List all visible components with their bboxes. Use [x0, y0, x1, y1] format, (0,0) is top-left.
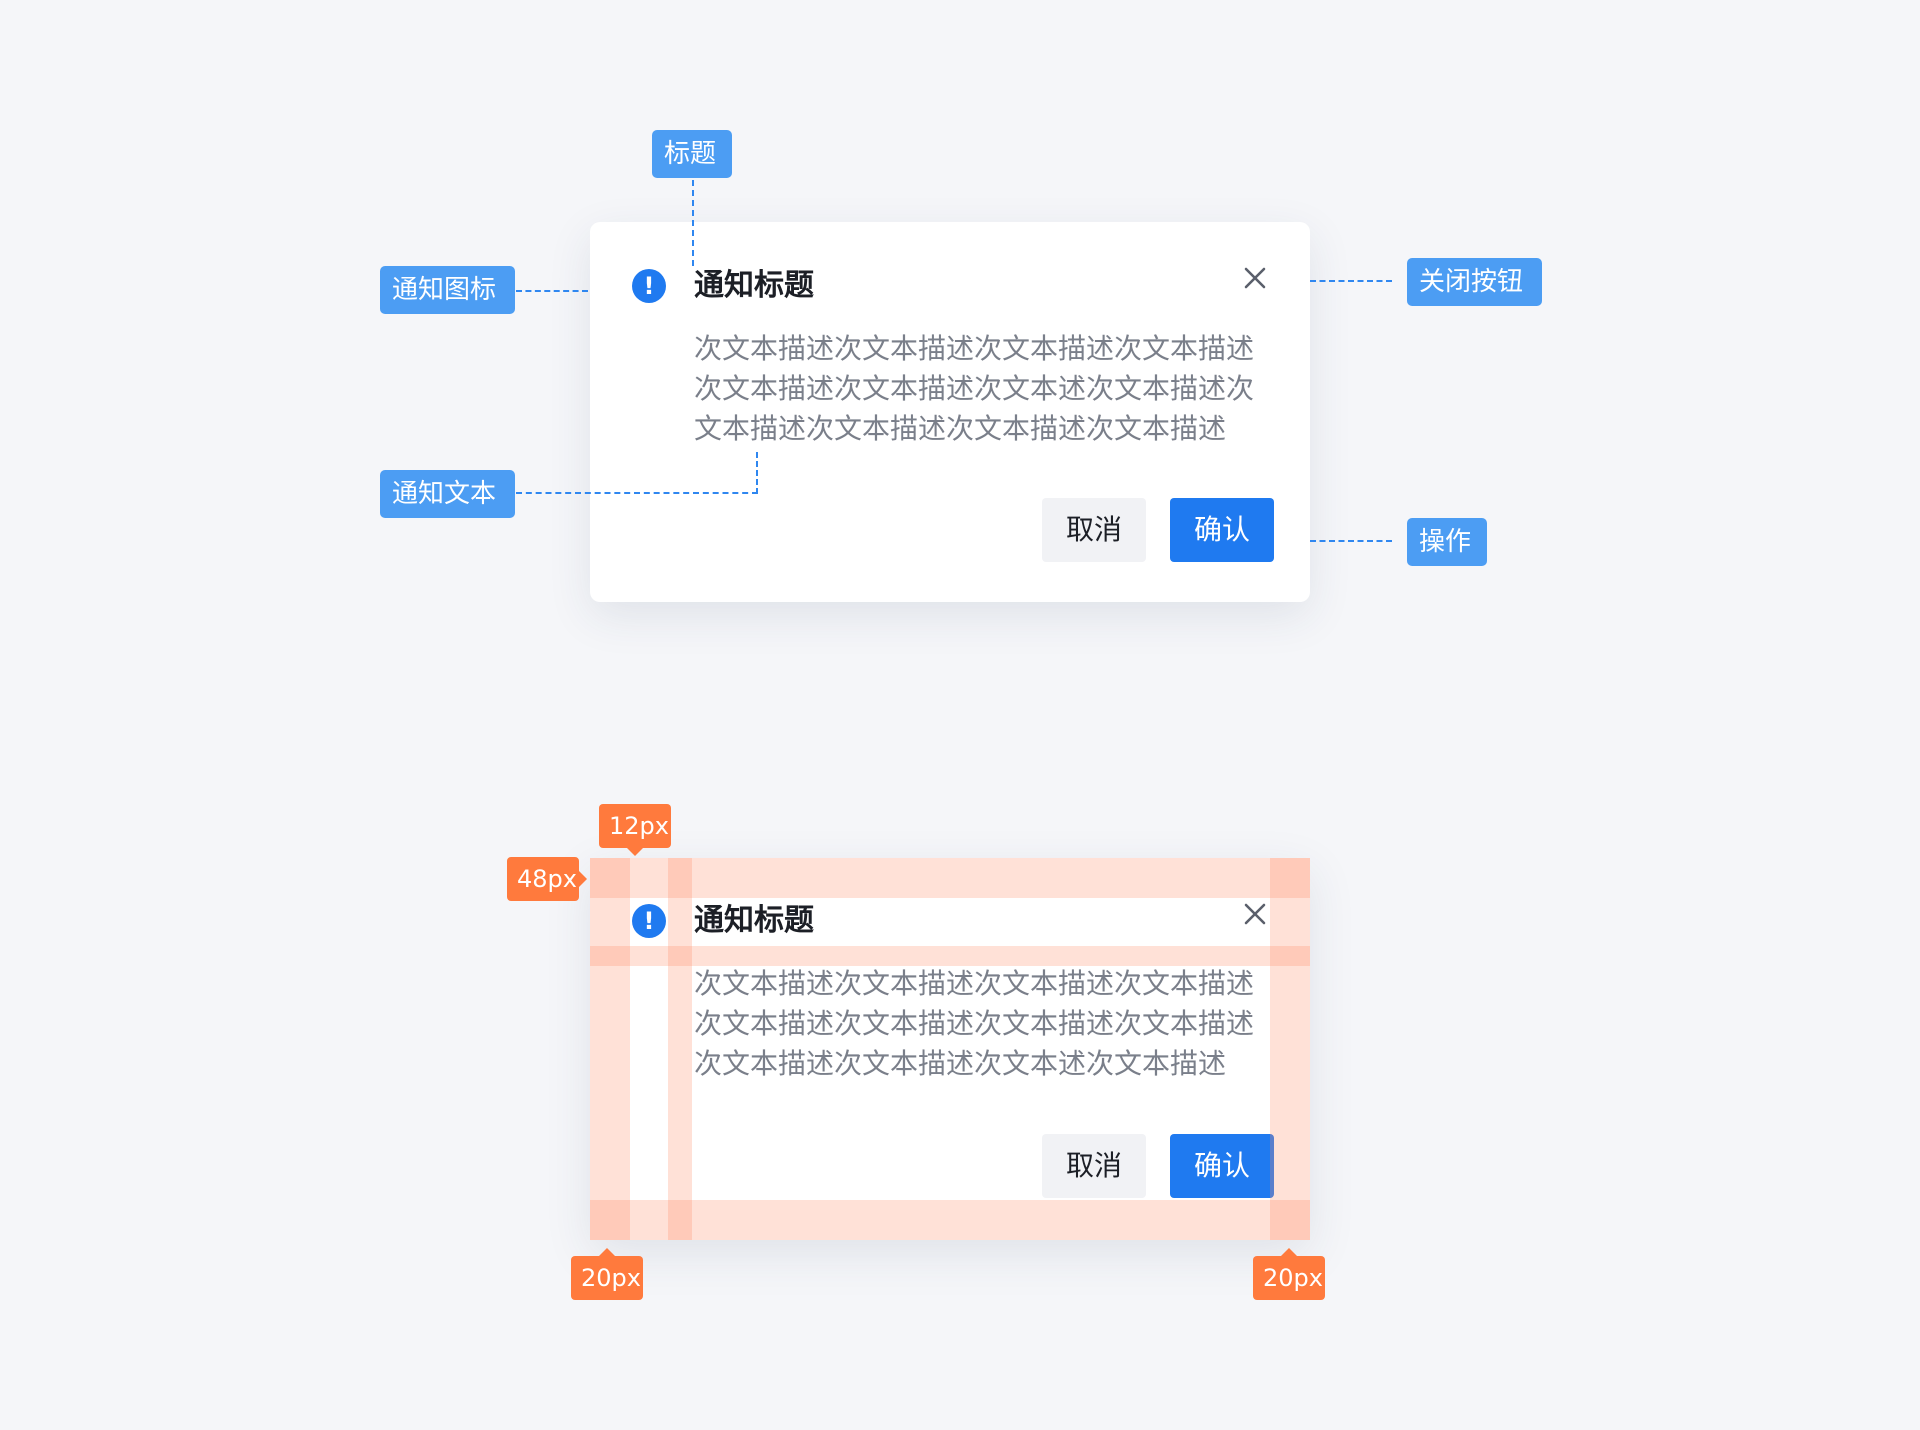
spacing-tag-bottom-left: 20px [571, 1248, 643, 1300]
leader-line-title [692, 180, 694, 266]
body-line: 次文本描述次文本描述次文本描述次文本描述 [694, 1007, 1255, 1040]
body-line: 次文本描述次文本描述次文本描述次文本描述 [694, 332, 1255, 365]
confirm-button[interactable]: 确认 [1170, 498, 1274, 562]
spacing-tag-top: 12px [599, 804, 671, 856]
body-line: 次文本描述次文本描述次文本描述次文本描述 [694, 967, 1255, 1000]
leader-line-text [516, 492, 758, 494]
dialog-title: 通知标题 [694, 903, 814, 938]
dialog-title: 通知标题 [694, 268, 814, 303]
padding-top-overlay [590, 858, 1310, 898]
body-line: 文本描述次文本描述次文本描述次文本描述 [694, 412, 1227, 445]
exclamation-circle-icon: ! [632, 904, 666, 938]
body-line: 次文本描述次文本描述次文本述次文本描述 [694, 1047, 1227, 1080]
close-icon[interactable] [1242, 265, 1268, 291]
annotation-icon: 通知图标 [380, 266, 515, 314]
spacing-tag-left: 48px [507, 857, 587, 901]
dialog-body-text: 次文本描述次文本描述次文本描述次文本描述 次文本描述次文本描述次文本描述次文本描… [694, 964, 1266, 1084]
exclamation-circle-icon: ! [632, 269, 666, 303]
annotation-close: 关闭按钮 [1407, 258, 1542, 306]
annotation-title: 标题 [652, 130, 732, 178]
body-line: 次文本描述次文本描述次文本述次文本描述次 [694, 372, 1255, 405]
leader-line-close [1310, 280, 1392, 282]
cancel-button[interactable]: 取消 [1042, 1134, 1146, 1198]
dialog-body-text: 次文本描述次文本描述次文本描述次文本描述 次文本描述次文本描述次文本述次文本描述… [694, 329, 1266, 449]
leader-line-text-vertical [756, 452, 758, 494]
notification-dialog-spacing: ! 通知标题 次文本描述次文本描述次文本描述次文本描述 次文本描述次文本描述次文… [590, 858, 1310, 1240]
spacing-tag-bottom-right: 20px [1253, 1248, 1325, 1300]
gap-title-body-overlay [590, 946, 1310, 966]
padding-right-overlay [1270, 858, 1310, 1240]
cancel-button[interactable]: 取消 [1042, 498, 1146, 562]
padding-left-overlay [590, 858, 630, 1240]
annotation-text: 通知文本 [380, 470, 515, 518]
close-icon[interactable] [1242, 901, 1268, 927]
notification-dialog: ! 通知标题 次文本描述次文本描述次文本描述次文本描述 次文本描述次文本描述次文… [590, 222, 1310, 602]
gap-icon-title-overlay [668, 858, 692, 1240]
leader-line-actions [1310, 540, 1392, 542]
leader-line-icon [516, 290, 588, 292]
confirm-button[interactable]: 确认 [1170, 1134, 1274, 1198]
annotation-actions: 操作 [1407, 518, 1487, 566]
padding-bottom-overlay [590, 1200, 1310, 1240]
